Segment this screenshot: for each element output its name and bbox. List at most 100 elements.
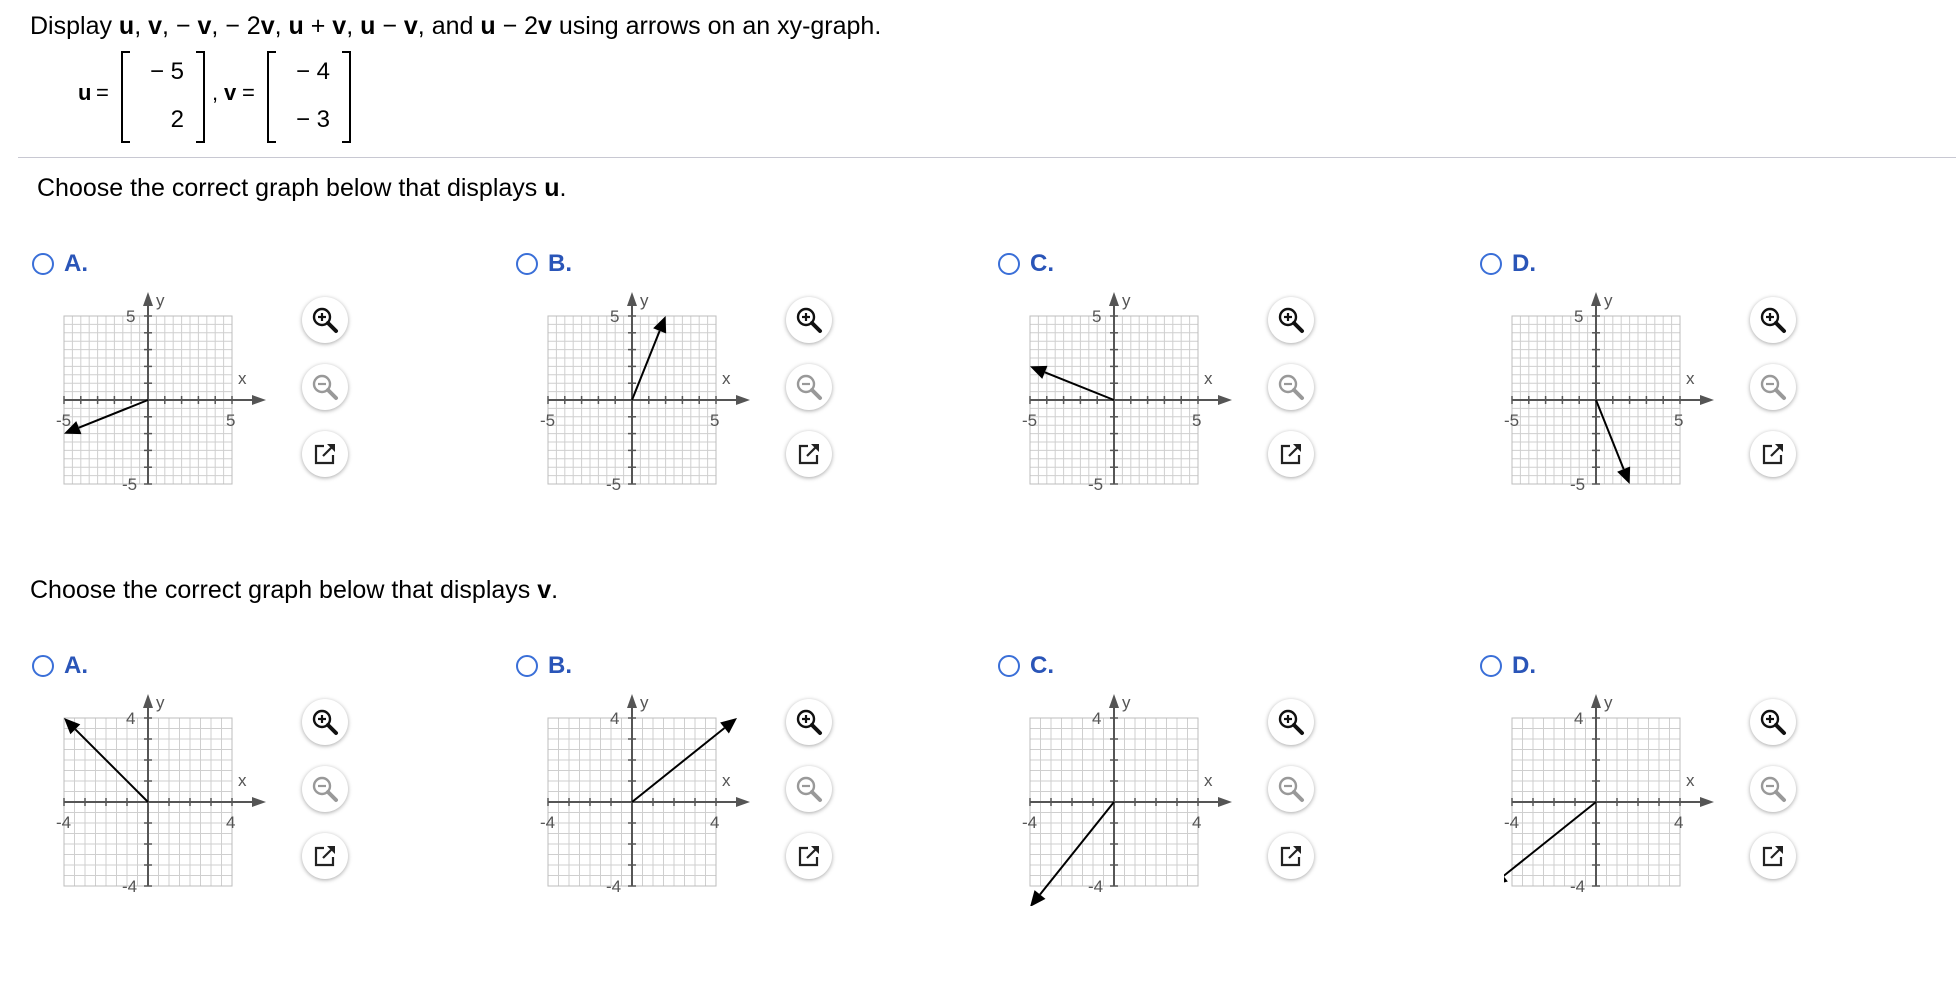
y-neg-tick-label: -5 (1088, 475, 1103, 494)
zoom-out-icon (796, 776, 822, 802)
prompt-text: , − (162, 12, 198, 40)
popout-icon (798, 444, 819, 465)
zoom-out-button[interactable] (302, 364, 348, 410)
option-letter: D. (1512, 250, 1536, 277)
prompt-vector-symbol: u (118, 12, 135, 40)
u-entry-2: 2 (170, 106, 184, 133)
question-u-vector: u (544, 174, 560, 202)
option-graph-container[interactable]: -5 5 5 -5 x y (56, 284, 296, 504)
x-neg-tick-label: -4 (1022, 813, 1037, 832)
x-axis-label: x (722, 771, 731, 790)
y-pos-tick-label: 4 (610, 709, 619, 728)
x-axis-label: x (1204, 771, 1213, 790)
radio-button[interactable] (998, 655, 1020, 677)
popout-button[interactable] (1750, 431, 1796, 477)
zoom-in-icon (796, 307, 822, 333)
radio-button[interactable] (32, 253, 54, 275)
zoom-in-button[interactable] (1750, 297, 1796, 343)
x-axis-arrow (1218, 797, 1232, 807)
zoom-out-button[interactable] (1268, 364, 1314, 410)
y-axis-arrow (627, 694, 637, 708)
y-axis-arrow (143, 292, 153, 306)
zoom-in-button[interactable] (786, 699, 832, 745)
y-axis-arrow (1591, 292, 1601, 306)
x-neg-tick-label: -4 (540, 813, 555, 832)
u-equals: = (96, 80, 109, 105)
option-a[interactable]: A. (32, 652, 88, 680)
zoom-out-button[interactable] (786, 766, 832, 812)
popout-button[interactable] (1268, 431, 1314, 477)
popout-button[interactable] (302, 833, 348, 879)
question-v-vector: v (537, 576, 552, 604)
zoom-in-icon (312, 709, 338, 735)
x-axis-arrow (252, 395, 266, 405)
option-graph-container[interactable]: -5 5 5 -5 x y (1504, 284, 1744, 504)
option-d[interactable]: D. (1480, 652, 1536, 680)
zoom-in-button[interactable] (1750, 699, 1796, 745)
zoom-out-button[interactable] (786, 364, 832, 410)
option-graph-container[interactable]: -5 5 5 -5 x y (540, 284, 780, 504)
y-axis-label: y (1122, 291, 1131, 310)
x-axis-label: x (1686, 771, 1695, 790)
u-label: u (78, 80, 92, 105)
prompt-vector-symbol: v (332, 12, 347, 40)
prompt-vector-symbol: v (403, 12, 418, 40)
zoom-in-button[interactable] (1268, 699, 1314, 745)
option-graph-container[interactable]: -5 5 5 -5 x y (1022, 284, 1262, 504)
popout-button[interactable] (786, 833, 832, 879)
option-c[interactable]: C. (998, 652, 1054, 680)
option-graph: -5 5 5 -5 x y (1504, 291, 1714, 494)
option-a[interactable]: A. (32, 250, 88, 278)
y-neg-tick-label: -5 (122, 475, 137, 494)
x-pos-tick-label: 5 (226, 411, 235, 430)
prompt-vector-symbol: v (538, 12, 552, 40)
popout-button[interactable] (1268, 833, 1314, 879)
popout-icon (1280, 444, 1301, 465)
zoom-out-button[interactable] (1750, 766, 1796, 812)
y-axis-label: y (156, 693, 165, 712)
option-graph-container[interactable]: -4 4 4 -4 x y (540, 686, 780, 906)
option-letter: C. (1030, 652, 1054, 679)
zoom-out-icon (1760, 776, 1786, 802)
popout-button[interactable] (1750, 833, 1796, 879)
y-neg-tick-label: -4 (1088, 877, 1103, 896)
popout-icon (798, 846, 819, 867)
popout-button[interactable] (302, 431, 348, 477)
zoom-in-button[interactable] (1268, 297, 1314, 343)
radio-button[interactable] (1480, 253, 1502, 275)
option-graph-container[interactable]: -4 4 4 -4 x y (1491, 686, 1744, 906)
option-b[interactable]: B. (516, 652, 572, 680)
radio-button[interactable] (1480, 655, 1502, 677)
zoom-out-button[interactable] (1268, 766, 1314, 812)
radio-button[interactable] (516, 655, 538, 677)
zoom-out-icon (1760, 374, 1786, 400)
zoom-in-button[interactable] (302, 699, 348, 745)
prompt-text: Display (30, 12, 119, 40)
radio-button[interactable] (998, 253, 1020, 275)
radio-button[interactable] (32, 655, 54, 677)
question-v-text: Choose the correct graph below that disp… (30, 576, 538, 604)
y-axis-arrow (627, 292, 637, 306)
y-pos-tick-label: 4 (1092, 709, 1101, 728)
zoom-out-button[interactable] (1750, 364, 1796, 410)
zoom-in-button[interactable] (302, 297, 348, 343)
radio-button[interactable] (516, 253, 538, 275)
x-neg-tick-label: -5 (56, 411, 71, 430)
prompt-text: using arrows on an xy-graph. (551, 12, 882, 40)
zoom-in-button[interactable] (786, 297, 832, 343)
option-b[interactable]: B. (516, 250, 572, 278)
option-graph: -5 5 5 -5 x y (1022, 291, 1232, 494)
popout-icon (1280, 846, 1301, 867)
question-u-text: Choose the correct graph below that disp… (37, 174, 545, 202)
option-graph-container[interactable]: -4 4 4 -4 x y (1022, 686, 1262, 907)
option-c[interactable]: C. (998, 250, 1054, 278)
option-graph-container[interactable]: -4 4 4 -4 x y (56, 686, 296, 906)
popout-button[interactable] (786, 431, 832, 477)
option-d[interactable]: D. (1480, 250, 1536, 278)
y-axis-arrow (1109, 694, 1119, 708)
zoom-out-button[interactable] (302, 766, 348, 812)
zoom-in-icon (1278, 307, 1304, 333)
x-axis-label: x (238, 771, 247, 790)
option-graph: -4 4 4 -4 x y (56, 693, 266, 896)
y-neg-tick-label: -4 (606, 877, 621, 896)
